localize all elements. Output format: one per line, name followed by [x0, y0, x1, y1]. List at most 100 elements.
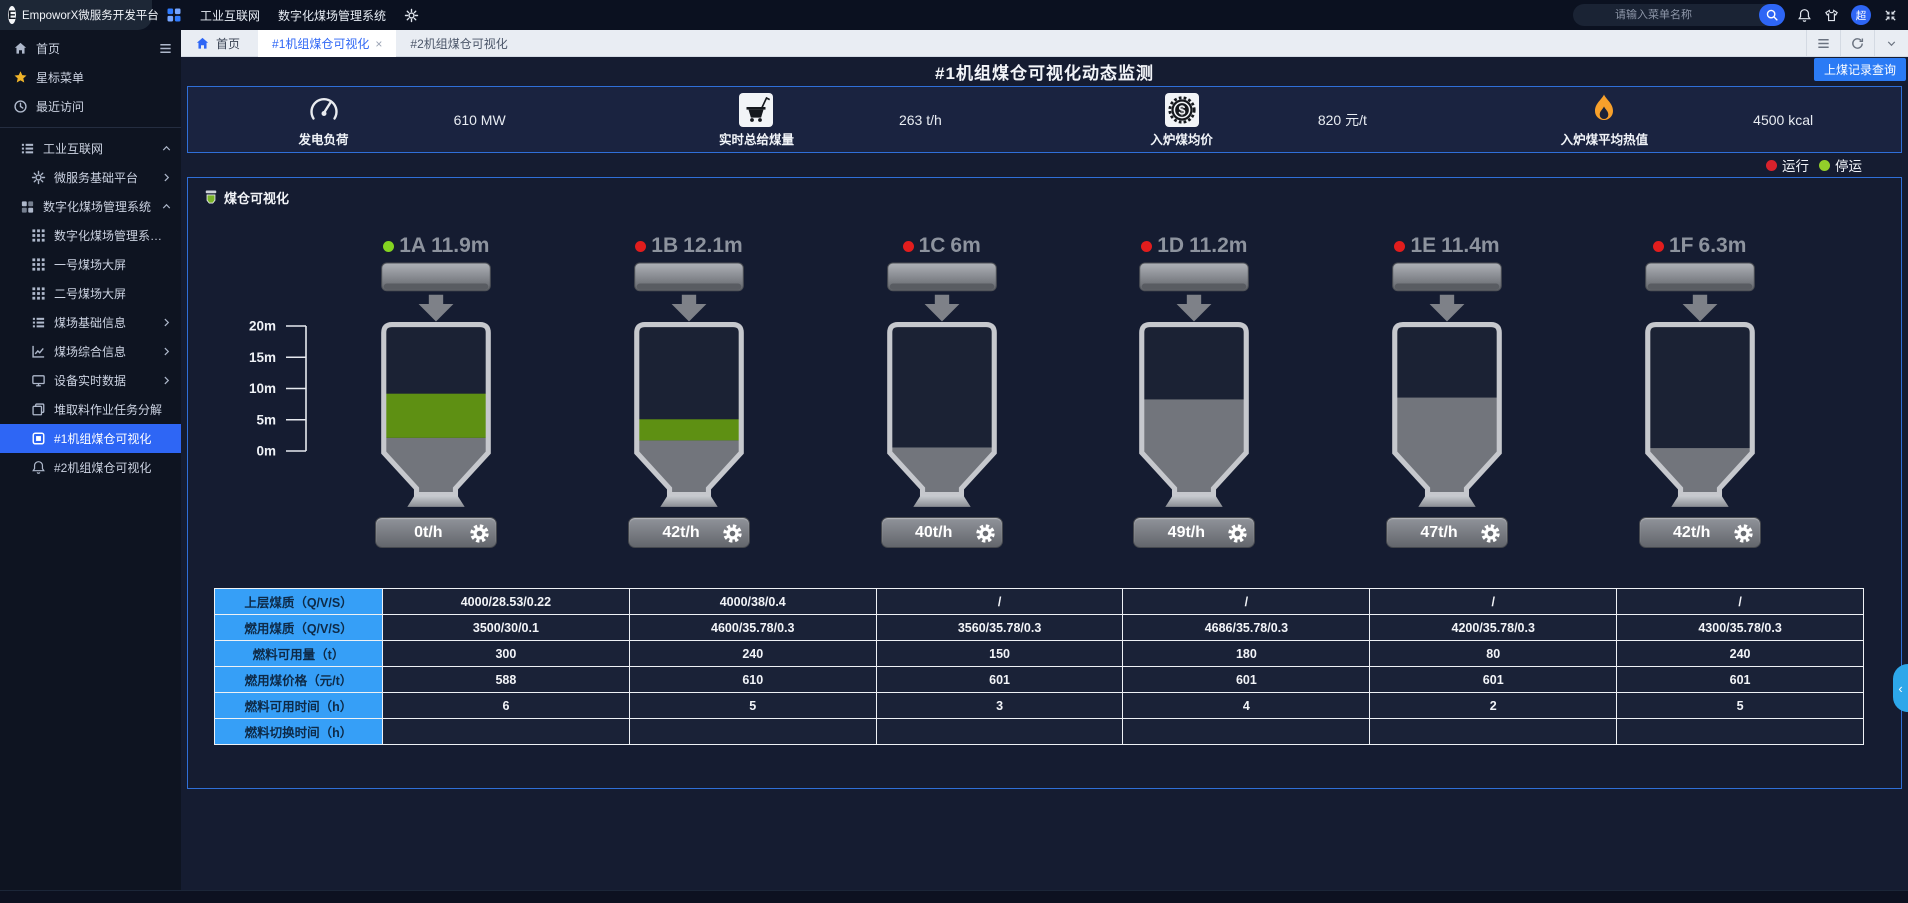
bunker-flow-pill[interactable]: 49t/h [1133, 517, 1255, 548]
top-nav-item[interactable]: 数字化煤场管理系统 [278, 7, 386, 24]
row-label: 燃料可用时间（h） [215, 693, 383, 719]
sidebar-item[interactable]: 设备实时数据 [0, 366, 181, 395]
gear-icon[interactable] [1480, 523, 1501, 544]
bunker-header: 1F6.3m [1653, 231, 1746, 261]
tab-#2机组煤仓可视化[interactable]: #2机组煤仓可视化 [396, 30, 521, 57]
bunker-row: 20m15m10m5m0m 1A11.9m0t/h1B12.1m42t/h1C6… [188, 207, 1901, 548]
bunker-status-dot [383, 241, 394, 252]
sidebar-item[interactable]: 首页 [0, 34, 181, 63]
top-nav-item[interactable]: 工业互联网 [200, 7, 260, 24]
sidebar-item[interactable]: 工业互联网 [0, 134, 181, 163]
bunker-flow-pill[interactable]: 0t/h [375, 517, 497, 548]
gear-icon[interactable] [722, 523, 743, 544]
bunker-1F: 1F6.3m 42t/h [1573, 207, 1826, 548]
legend-label: 运行 [1782, 155, 1809, 175]
bunker-level: 6.3m [1699, 234, 1747, 258]
sidebar-item[interactable]: 数字化煤场管理系统 [0, 192, 181, 221]
bunker-flow-rate: 42t/h [1673, 524, 1710, 542]
bunker-header: 1B12.1m [635, 231, 742, 261]
close-tab-icon[interactable]: × [375, 37, 382, 51]
tab-home[interactable]: 首页 [195, 35, 240, 52]
bunker-name: 1F [1669, 234, 1694, 258]
page-title: #1机组煤仓可视化动态监测 [935, 59, 1154, 84]
bell-icon[interactable] [1797, 8, 1812, 23]
stat-icon-label: 发电负荷 [299, 92, 349, 148]
app-logo: E [8, 6, 16, 24]
sidebar-item[interactable]: 堆取料作业任务分解 [0, 395, 181, 424]
table-cell: 4000/38/0.4 [629, 589, 876, 615]
chevron-right-icon [160, 345, 173, 358]
bunker-name: 1C [919, 234, 946, 258]
gear-icon[interactable] [469, 523, 490, 544]
bunker-level: 12.1m [683, 234, 743, 258]
page-content: #1机组煤仓可视化动态监测 上煤记录查询 发电负荷610 MW实时总给煤量263… [181, 57, 1908, 890]
sidebar-item[interactable]: 一号煤场大屏 [0, 250, 181, 279]
sidebar-item[interactable]: 煤场综合信息 [0, 337, 181, 366]
chevron-down-icon[interactable] [1874, 30, 1908, 56]
bunker-status-dot [903, 241, 914, 252]
bunker-flow-rate: 49t/h [1168, 524, 1205, 542]
bunker-1C: 1C6m 40t/h [815, 207, 1068, 548]
search-icon[interactable] [1759, 4, 1785, 26]
table-cell: 4300/35.78/0.3 [1617, 615, 1864, 641]
sidebar-item[interactable]: 二号煤场大屏 [0, 279, 181, 308]
table-cell [876, 719, 1123, 745]
sidebar-item[interactable]: 最近访问 [0, 92, 181, 121]
coal-record-query-button[interactable]: 上煤记录查询 [1814, 58, 1906, 81]
gear-icon[interactable] [1227, 523, 1248, 544]
legend-label: 停运 [1835, 155, 1862, 175]
gear-icon[interactable] [404, 8, 419, 23]
sidebar-item[interactable]: 数字化煤场管理系统首页 [0, 221, 181, 250]
list-icon [20, 141, 35, 156]
gear-icon [31, 170, 46, 185]
table-cell: 4 [1123, 693, 1370, 719]
collapse-icon[interactable] [1883, 8, 1898, 23]
sidebar-item[interactable]: #1机组煤仓可视化 [0, 424, 181, 453]
bunker-level: 11.4m [1441, 234, 1499, 258]
stats-panel: 发电负荷610 MW实时总给煤量263 t/h$入炉煤均价820 元/t入炉煤平… [187, 86, 1902, 153]
theme-shirt-icon[interactable] [1824, 8, 1839, 23]
sidebar-item[interactable]: 星标菜单 [0, 63, 181, 92]
table-cell: 3500/30/0.1 [383, 615, 630, 641]
sidebar: 首页星标菜单最近访问工业互联网微服务基础平台数字化煤场管理系统数字化煤场管理系统… [0, 30, 181, 890]
chevron-right-icon [160, 171, 173, 184]
bunker-graphic [622, 261, 756, 511]
bunker-flow-pill[interactable]: 40t/h [881, 517, 1003, 548]
bunker-flow-pill[interactable]: 42t/h [628, 517, 750, 548]
table-cell: 610 [629, 667, 876, 693]
sidebar-item-label: #1机组煤仓可视化 [54, 430, 151, 447]
bunker-flow-pill[interactable]: 47t/h [1386, 517, 1508, 548]
bunker-graphic [1127, 261, 1261, 511]
table-cell [383, 719, 630, 745]
collapse-drawer-button[interactable]: ‹ [1893, 664, 1908, 712]
table-row: 燃料可用量（t）30024015018080240 [215, 641, 1864, 667]
table-cell: 5 [1617, 693, 1864, 719]
menu-icon[interactable] [1806, 30, 1840, 56]
bunker-flow-pill[interactable]: 42t/h [1639, 517, 1761, 548]
sidebar-item-label: 微服务基础平台 [54, 169, 138, 186]
sidebar-item[interactable]: #2机组煤仓可视化 [0, 453, 181, 482]
chart-icon [31, 344, 46, 359]
table-cell: 80 [1370, 641, 1617, 667]
star-icon [13, 70, 28, 85]
tab-home-label: 首页 [216, 35, 240, 52]
avatar[interactable]: 超 [1851, 5, 1871, 25]
bunker-level: 6m [950, 234, 980, 258]
refresh-icon[interactable] [1840, 30, 1874, 56]
table-cell: 6 [383, 693, 630, 719]
bunker-1B: 1B12.1m 42t/h [563, 207, 816, 548]
table-cell: 601 [1370, 667, 1617, 693]
tab-#1机组煤仓可视化[interactable]: #1机组煤仓可视化× [258, 30, 396, 57]
gear-icon[interactable] [975, 523, 996, 544]
table-row: 燃料切换时间（h） [215, 719, 1864, 745]
bunker-name: 1B [651, 234, 678, 258]
bunker-flow-rate: 47t/h [1420, 524, 1457, 542]
bunker-1A: 1A11.9m0t/h [310, 207, 563, 548]
sidebar-item-label: 最近访问 [36, 98, 84, 115]
gear-icon[interactable] [1733, 523, 1754, 544]
app-grid-icon[interactable] [166, 7, 182, 23]
sidebar-item[interactable]: 煤场基础信息 [0, 308, 181, 337]
sidebar-item[interactable]: 微服务基础平台 [0, 163, 181, 192]
search-input[interactable] [1573, 9, 1787, 21]
bunker-name: 1D [1157, 234, 1184, 258]
